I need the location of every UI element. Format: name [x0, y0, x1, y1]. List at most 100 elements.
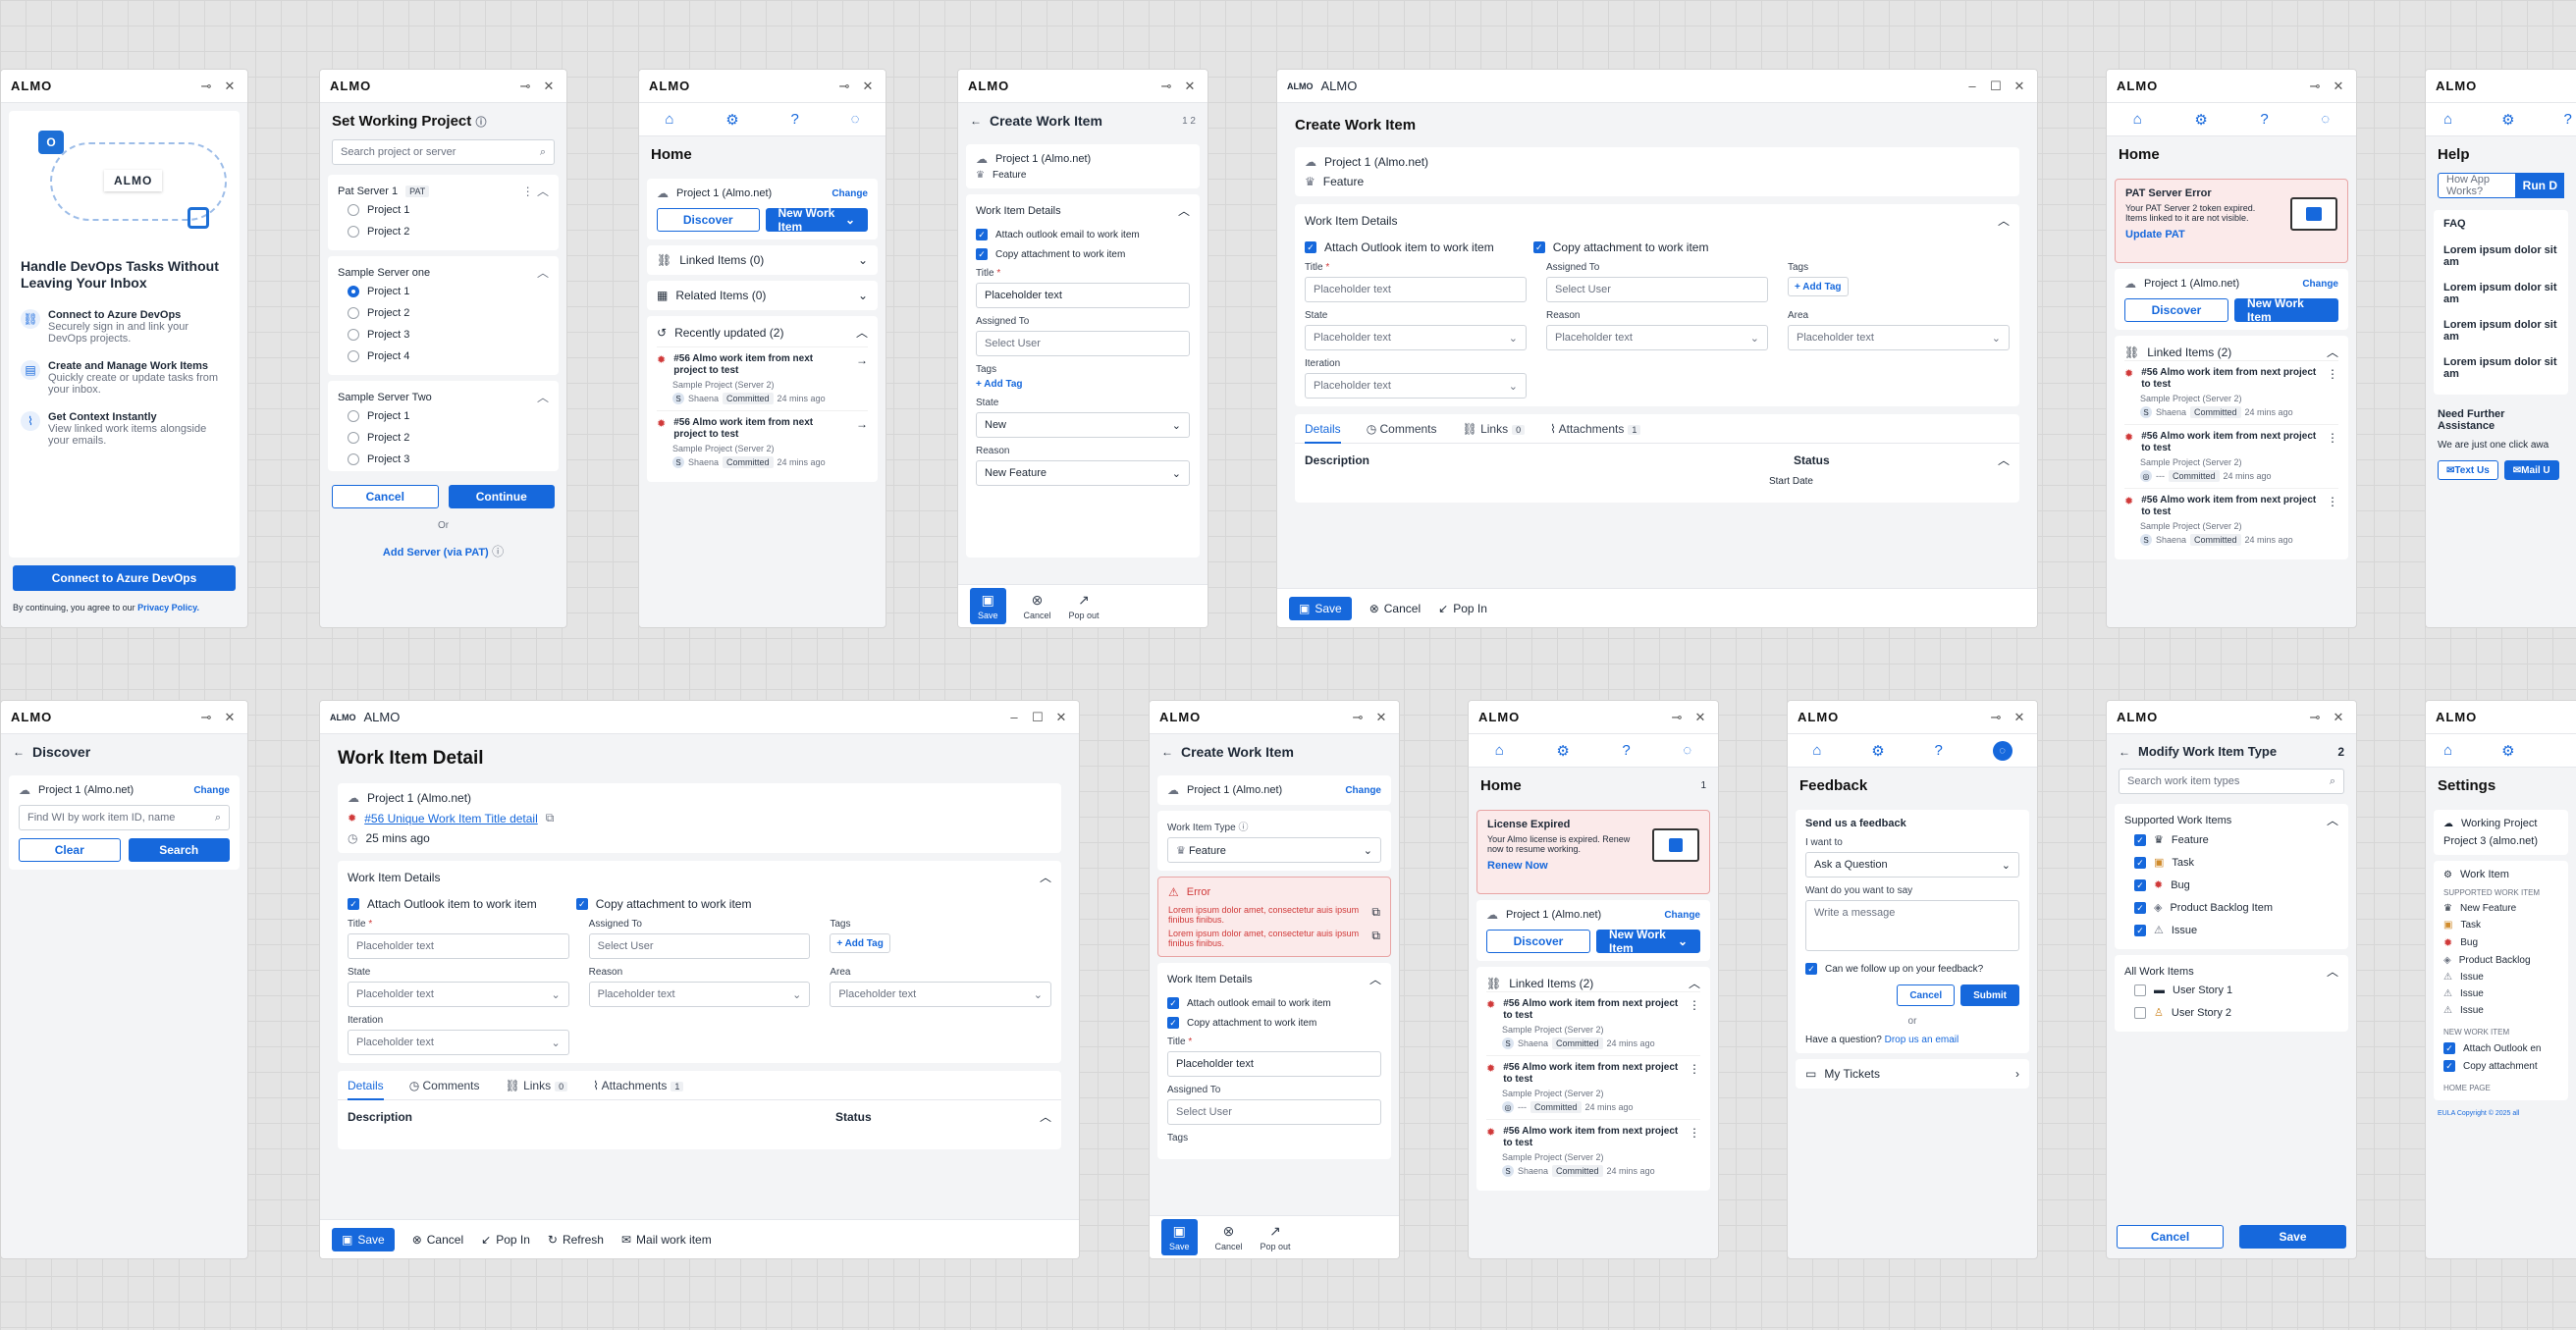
back-arrow-icon[interactable]: ← — [1161, 745, 1173, 759]
my-tickets-row[interactable]: ▭ My Tickets › — [1796, 1059, 2029, 1089]
chevron-up-icon[interactable]: ︿ — [2327, 963, 2338, 980]
type-option[interactable]: ▬ User Story 1 — [2124, 980, 2338, 1001]
copy-attachment-checkbox[interactable]: ✓ — [976, 248, 988, 260]
chevron-up-icon[interactable]: ︿ — [1998, 212, 2010, 229]
chevron-up-icon[interactable]: ︿ — [1369, 971, 1381, 987]
attach-outlook-checkbox[interactable]: ✓ — [2443, 1042, 2455, 1054]
maximize-icon[interactable]: ☐ — [1030, 710, 1046, 725]
assigned-user-input[interactable]: Select User — [588, 933, 811, 959]
copy-icon[interactable]: ⧉ — [1371, 929, 1380, 943]
mail-us-button[interactable]: ✉ Mail U — [2503, 460, 2559, 480]
checkbox[interactable]: ✓ — [2134, 856, 2146, 869]
copy-attachment-checkbox[interactable]: ✓ — [1532, 241, 1545, 253]
arrow-right-icon[interactable]: → — [856, 417, 868, 431]
attach-outlook-checkbox[interactable]: ✓ — [1305, 241, 1316, 253]
project-option[interactable]: Project 1 — [338, 405, 549, 427]
title-input[interactable]: Placeholder text — [1305, 277, 1527, 302]
project-option[interactable]: Project 3 — [338, 324, 549, 346]
type-option[interactable]: ✓ ◈ Product Backlog Item — [2124, 896, 2338, 919]
project-option[interactable]: Project 3 — [338, 449, 549, 470]
close-icon[interactable]: ✕ — [1182, 79, 1198, 94]
tab-attachments[interactable]: ⌇ Attachments 1 — [593, 1079, 684, 1092]
radio[interactable] — [348, 204, 359, 216]
new-work-item-button[interactable]: New Work Item — [2234, 296, 2338, 324]
chevron-up-icon[interactable]: ︿ — [1689, 975, 1700, 991]
arrow-right-icon[interactable]: → — [856, 353, 868, 367]
server-header[interactable]: Sample Server Two ︿ — [338, 389, 549, 405]
list-item[interactable]: ✹ #56 Almo work item from next project to… — [2124, 424, 2338, 488]
checkbox[interactable] — [2134, 984, 2146, 996]
feedback-type-select[interactable]: Ask a Question ⌄ — [1805, 852, 2019, 878]
home-icon[interactable]: ⌂ — [2133, 111, 2142, 128]
more-icon[interactable]: ⋮ — [2327, 431, 2338, 445]
list-item[interactable]: ✹ #56 Almo work item from next project to… — [2124, 360, 2338, 424]
pin-icon[interactable]: ⊸ — [517, 79, 533, 94]
add-tag-button[interactable]: + Add Tag — [976, 379, 1190, 390]
cancel-button[interactable]: Cancel — [332, 485, 439, 508]
list-item[interactable]: ✹ #56 Almo work item from next project to… — [1486, 1055, 1700, 1119]
cancel-button[interactable]: ⊗ Cancel — [1024, 592, 1051, 620]
more-icon[interactable]: ⋮ — [2327, 367, 2338, 381]
discover-button[interactable]: Discover — [657, 208, 760, 232]
connect-azure-button[interactable]: Connect to Azure DevOps — [13, 565, 236, 591]
reason-select[interactable]: Placeholder text ⌄ — [1546, 325, 1768, 350]
help-icon[interactable]: ? — [791, 111, 799, 128]
close-icon[interactable]: ✕ — [222, 79, 238, 94]
back-arrow-icon[interactable]: ← — [2119, 745, 2130, 759]
chat-icon[interactable]: ◌ — [1992, 740, 2012, 761]
chevron-up-icon[interactable]: ︿ — [856, 324, 868, 341]
help-icon[interactable]: ? — [2260, 111, 2268, 128]
checkbox[interactable]: ✓ — [2134, 901, 2146, 914]
title-input[interactable]: Placeholder text — [348, 933, 569, 959]
pin-icon[interactable]: ⊸ — [1669, 710, 1685, 725]
chevron-up-icon[interactable]: ︿ — [1040, 869, 1051, 885]
chat-icon[interactable]: ◌ — [1683, 742, 1691, 759]
gear-icon[interactable]: ⚙ — [2501, 742, 2514, 760]
privacy-link[interactable]: Privacy Policy. — [137, 603, 199, 612]
title-input[interactable]: Placeholder text — [976, 283, 1190, 308]
type-select[interactable]: ♛ Feature ⌄ — [1167, 837, 1381, 863]
cancel-button[interactable]: Cancel — [2117, 1225, 2224, 1249]
project-option[interactable]: Project 2 — [338, 221, 549, 242]
type-search-input[interactable]: Search work item types ⌕ — [2119, 769, 2344, 794]
help-icon[interactable]: ? — [2564, 111, 2572, 128]
follow-up-checkbox[interactable]: ✓ — [1805, 963, 1817, 975]
discover-button[interactable]: Discover — [1486, 930, 1590, 953]
copy-icon[interactable]: ⧉ — [1371, 905, 1380, 920]
attach-email-checkbox[interactable]: ✓ — [976, 229, 988, 240]
save-button[interactable]: Save — [2239, 1225, 2346, 1249]
close-icon[interactable]: ✕ — [1692, 710, 1708, 725]
home-icon[interactable]: ⌂ — [2443, 742, 2452, 759]
more-icon[interactable]: ⋮ — [1689, 1062, 1700, 1076]
area-select[interactable]: Placeholder text ⌄ — [1788, 325, 2010, 350]
close-icon[interactable]: ✕ — [1053, 710, 1069, 725]
home-icon[interactable]: ⌂ — [1812, 742, 1821, 759]
pop-out-button[interactable]: ↗ Pop out — [1261, 1223, 1291, 1251]
type-option[interactable]: ✓ ⚠ Issue — [2124, 919, 2338, 941]
copy-attachment-checkbox[interactable]: ✓ — [1167, 1017, 1179, 1029]
state-select[interactable]: New ⌄ — [976, 412, 1190, 438]
area-select[interactable]: Placeholder text ⌄ — [830, 982, 1051, 1007]
save-button[interactable]: ▣ Save — [970, 588, 1006, 624]
tab-comments[interactable]: ◷ Comments — [1367, 422, 1437, 436]
home-icon[interactable]: ⌂ — [665, 111, 673, 128]
gear-icon[interactable]: ⚙ — [1556, 742, 1569, 760]
checkbox[interactable]: ✓ — [2134, 924, 2146, 936]
pop-in-button[interactable]: ↙ Pop In — [1438, 602, 1487, 615]
save-button[interactable]: ▣ Save — [1161, 1219, 1198, 1255]
close-icon[interactable]: ✕ — [541, 79, 557, 94]
tab-links[interactable]: ⛓ Links 0 — [506, 1079, 568, 1092]
mail-work-item-button[interactable]: ✉ Mail work item — [621, 1233, 712, 1247]
checkbox[interactable] — [2134, 1006, 2146, 1019]
help-icon[interactable]: ? — [1934, 742, 1942, 759]
home-icon[interactable]: ⌂ — [1495, 742, 1504, 759]
submit-button[interactable]: Submit — [1960, 984, 2019, 1006]
save-button[interactable]: ▣ Save — [1289, 596, 1352, 620]
pin-icon[interactable]: ⊸ — [1988, 710, 2004, 725]
refresh-button[interactable]: ↻ Refresh — [548, 1233, 604, 1247]
pin-icon[interactable]: ⊸ — [836, 79, 852, 94]
radio[interactable] — [348, 226, 359, 238]
assigned-user-input[interactable]: Select User — [1167, 1099, 1381, 1125]
discover-button[interactable]: Discover — [2124, 298, 2228, 322]
tab-details[interactable]: Details — [348, 1079, 384, 1100]
